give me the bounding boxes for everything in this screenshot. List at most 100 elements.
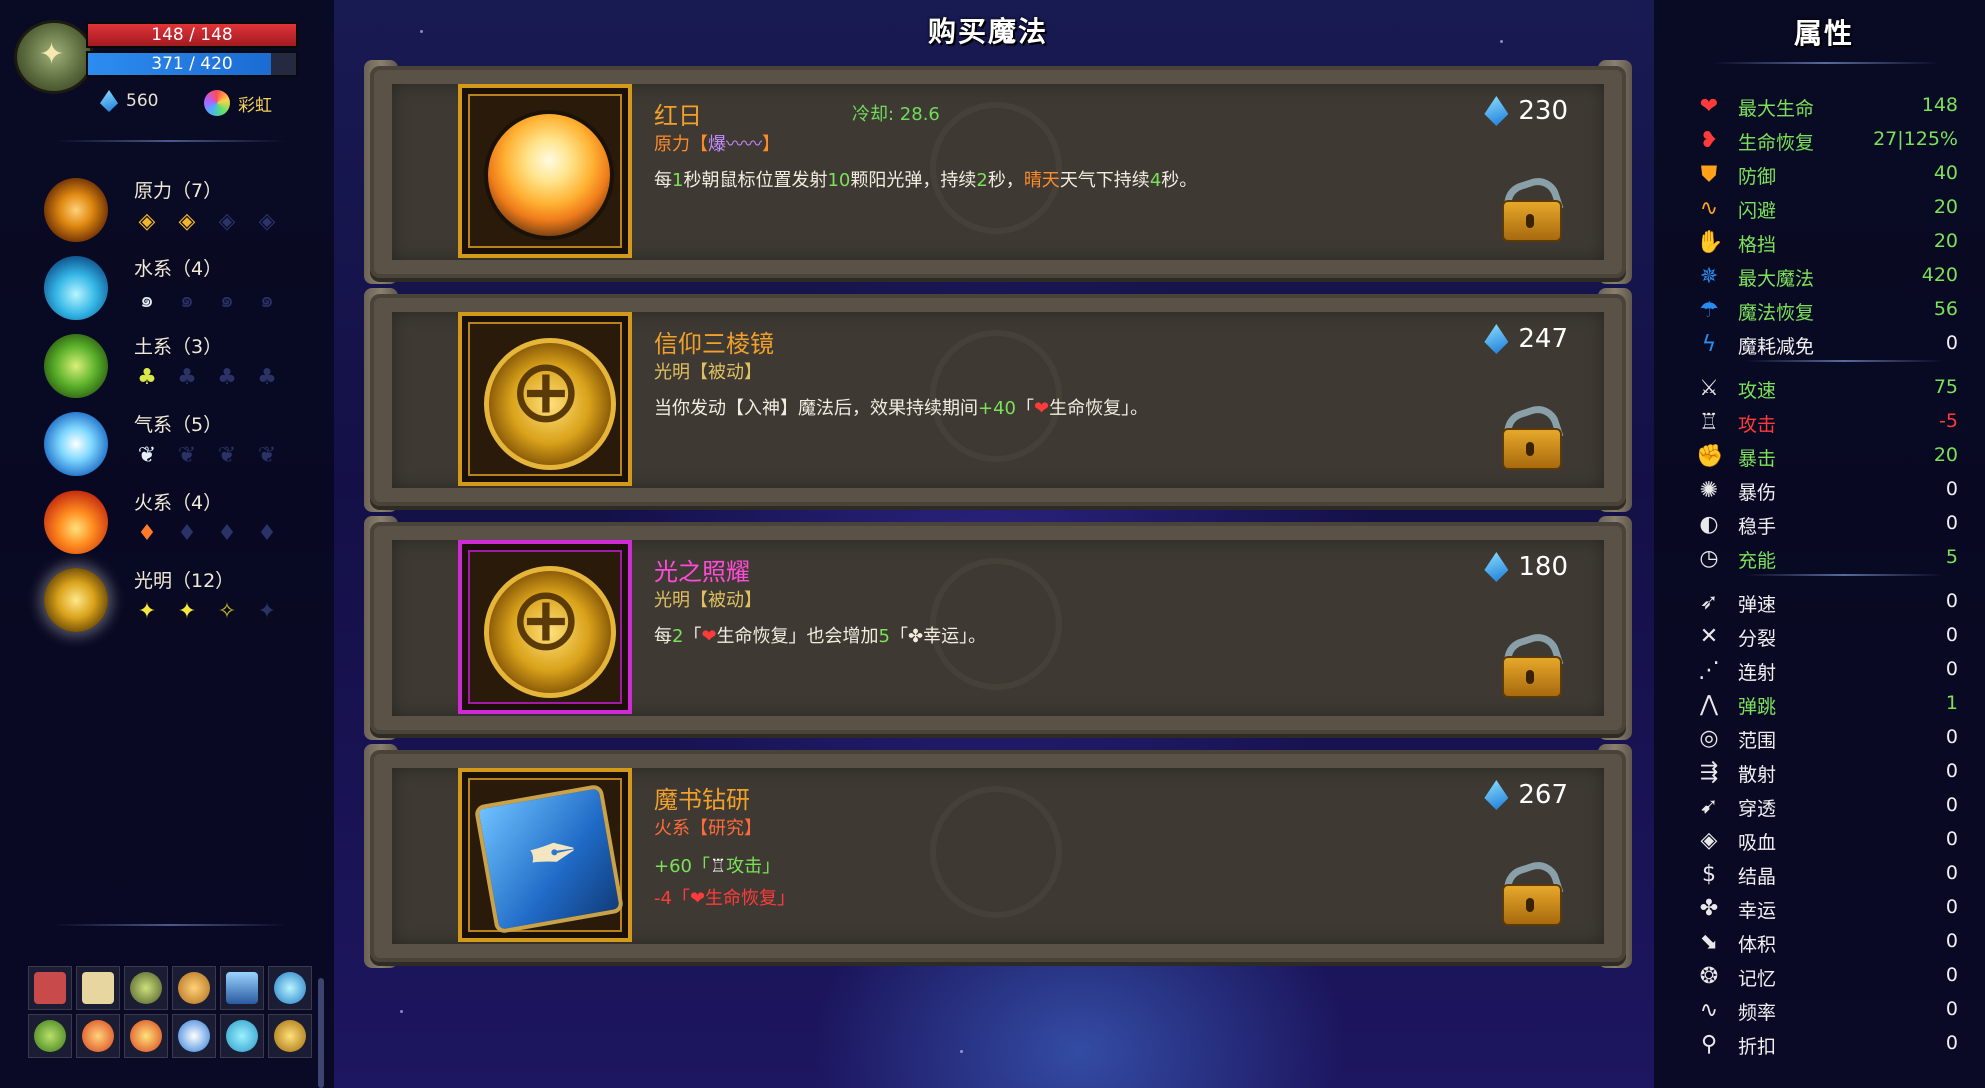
stat-value: 0 xyxy=(1945,760,1958,782)
inventory-slot[interactable] xyxy=(220,1014,264,1058)
school-air[interactable]: 气系（5） ❦ ❦ ❦ ❦ xyxy=(44,410,304,480)
attributes-title: 属性 xyxy=(1794,17,1855,50)
price-value: 180 xyxy=(1518,552,1568,582)
star xyxy=(1500,40,1503,43)
stat-label: 连射 xyxy=(1738,662,1777,684)
desc-part: 「 xyxy=(1016,398,1034,419)
spell-card[interactable]: 信仰三棱镜 光明【被动】 当你发动【入神】魔法后，效果持续期间+40「❤生命恢复… xyxy=(364,288,1632,512)
inventory-slot[interactable] xyxy=(172,966,216,1010)
stat-label: 范围 xyxy=(1738,730,1777,752)
split-icon: ✕ xyxy=(1699,624,1719,649)
heart-icon: ❤ xyxy=(1699,94,1719,119)
player-avatar[interactable] xyxy=(14,20,94,94)
stat-label: 穿透 xyxy=(1738,798,1777,820)
stat-value: 0 xyxy=(1945,332,1958,354)
leaf-icon xyxy=(34,1020,66,1052)
inventory-slot[interactable] xyxy=(76,1014,120,1058)
spell-card[interactable]: 红日 冷却: 28.6 原力【爆〰〰】 每1秒朝鼠标位置发射10颗阳光弹，持续2… xyxy=(364,60,1632,284)
buy-lock-icon[interactable] xyxy=(1498,400,1564,470)
desc-part: 「 xyxy=(890,626,908,647)
spell-price: 230 xyxy=(1484,96,1568,126)
rainbow-icon xyxy=(204,90,230,116)
buy-lock-icon[interactable] xyxy=(1498,172,1564,242)
inventory-slot[interactable] xyxy=(124,1014,168,1058)
spell-icon-frame xyxy=(458,312,632,486)
buy-lock-icon[interactable] xyxy=(1498,628,1564,698)
school-pips: ♦ ♦ ♦ ♦ xyxy=(134,520,280,546)
leaf-pip-icon: ♣ xyxy=(137,364,157,390)
desc-part: 天气下持续 xyxy=(1059,170,1150,191)
stat-row: ✋ 格挡 20 xyxy=(1696,228,1958,256)
title-divider xyxy=(1712,62,1940,64)
scroll-icon xyxy=(82,972,114,1004)
school-water[interactable]: 水系（4） ๑ ๑ ๑ ๑ xyxy=(44,254,304,324)
school-force[interactable]: 原力（7） ◈ ◈ ◈ ◈ xyxy=(44,176,304,246)
desc-part: 秒朝鼠标位置发射 xyxy=(683,170,828,191)
school-fire[interactable]: 火系（4） ♦ ♦ ♦ ♦ xyxy=(44,488,304,558)
inventory-slot[interactable] xyxy=(28,1014,72,1058)
discount-icon: ⚲ xyxy=(1700,1032,1718,1057)
inventory-slot[interactable] xyxy=(268,966,312,1010)
tag-end: 】 xyxy=(762,134,780,155)
school-earth[interactable]: 土系（3） ♣ ♣ ♣ ♣ xyxy=(44,332,304,402)
inventory-scrollbar[interactable] xyxy=(318,978,324,1088)
inventory-slot[interactable] xyxy=(172,1014,216,1058)
buy-lock-icon[interactable] xyxy=(1498,856,1564,926)
ice-icon xyxy=(226,972,258,1004)
spell-description: 每1秒朝鼠标位置发射10颗阳光弹，持续2秒，晴天天气下持续4秒。 xyxy=(654,166,1197,192)
inventory-slot[interactable] xyxy=(268,1014,312,1058)
spellbook-icon xyxy=(473,783,625,935)
attack-speed-icon: ⚔ xyxy=(1699,376,1719,401)
stat-row: ✊ 暴击 20 xyxy=(1696,442,1958,470)
stat-row: ⋀ 弹跳 1 xyxy=(1696,690,1958,718)
inventory-slot[interactable] xyxy=(28,966,72,1010)
spell-price: 180 xyxy=(1484,552,1568,582)
stat-label: 分裂 xyxy=(1738,628,1777,650)
star xyxy=(400,1010,403,1013)
inventory-slot[interactable] xyxy=(76,966,120,1010)
stat-row: ◈ 吸血 0 xyxy=(1696,826,1958,854)
spell-cooldown: 冷却: 28.6 xyxy=(852,104,940,125)
watermark-icon xyxy=(930,786,1062,918)
stat-row: ⇶ 散射 0 xyxy=(1696,758,1958,786)
stat-label: 攻速 xyxy=(1738,380,1777,402)
stat-divider xyxy=(1744,360,1944,362)
inventory-slot[interactable] xyxy=(220,966,264,1010)
steady-icon: ◐ xyxy=(1699,512,1719,537)
stat-value: 420 xyxy=(1921,264,1958,286)
desc-weather: 晴天 xyxy=(1023,170,1060,191)
stat-row: ⚲ 折扣 0 xyxy=(1696,1030,1958,1058)
crystal-icon xyxy=(1484,780,1509,810)
desc-number: 2 xyxy=(672,626,684,647)
spell-name: 光之照耀 xyxy=(654,558,750,586)
flame-pip-icon: ♦ xyxy=(177,520,197,546)
stat-label: 魔法恢复 xyxy=(1738,302,1815,324)
stat-label: 弹跳 xyxy=(1738,696,1777,718)
inventory-slot[interactable] xyxy=(124,966,168,1010)
tag-text: 原力【 xyxy=(654,134,708,155)
wind-pip-icon: ❦ xyxy=(177,442,197,468)
stat-value: 27|125% xyxy=(1873,128,1958,150)
attack-icon: ♖ xyxy=(1699,410,1719,435)
school-light[interactable]: 光明（12） ✦ ✦ ✧ ✦ xyxy=(44,566,304,636)
stat-row: ✕ 分裂 0 xyxy=(1696,622,1958,650)
light-icon xyxy=(274,1020,306,1052)
stat-label: 体积 xyxy=(1738,934,1777,956)
desc-number: 5 xyxy=(878,626,890,647)
frequency-icon: ∿ xyxy=(1699,998,1719,1023)
stat-label: 结晶 xyxy=(1738,866,1777,888)
charge-icon: ◷ xyxy=(1699,546,1719,571)
water-pip-icon: ๑ xyxy=(180,287,194,313)
air-orb-icon xyxy=(44,412,108,476)
desc-part: 幸运」。 xyxy=(923,626,987,647)
stat-row: ⚔ 攻速 75 xyxy=(1696,374,1958,402)
stat-value: 0 xyxy=(1945,512,1958,534)
keyhole xyxy=(1526,214,1534,228)
spell-card[interactable]: 魔书钻研 火系【研究】 +60「♖攻击」 -4「❤生命恢复」 267 xyxy=(364,744,1632,968)
lifesteal-icon: ◈ xyxy=(1700,828,1718,853)
star xyxy=(420,30,423,33)
school-name: 气系（5） xyxy=(134,414,223,436)
stat-label: 充能 xyxy=(1738,550,1777,572)
desc-part: 「 xyxy=(683,626,702,647)
spell-card[interactable]: 光之照耀 光明【被动】 每2「❤生命恢复」也会增加5「✤幸运」。 180 xyxy=(364,516,1632,740)
